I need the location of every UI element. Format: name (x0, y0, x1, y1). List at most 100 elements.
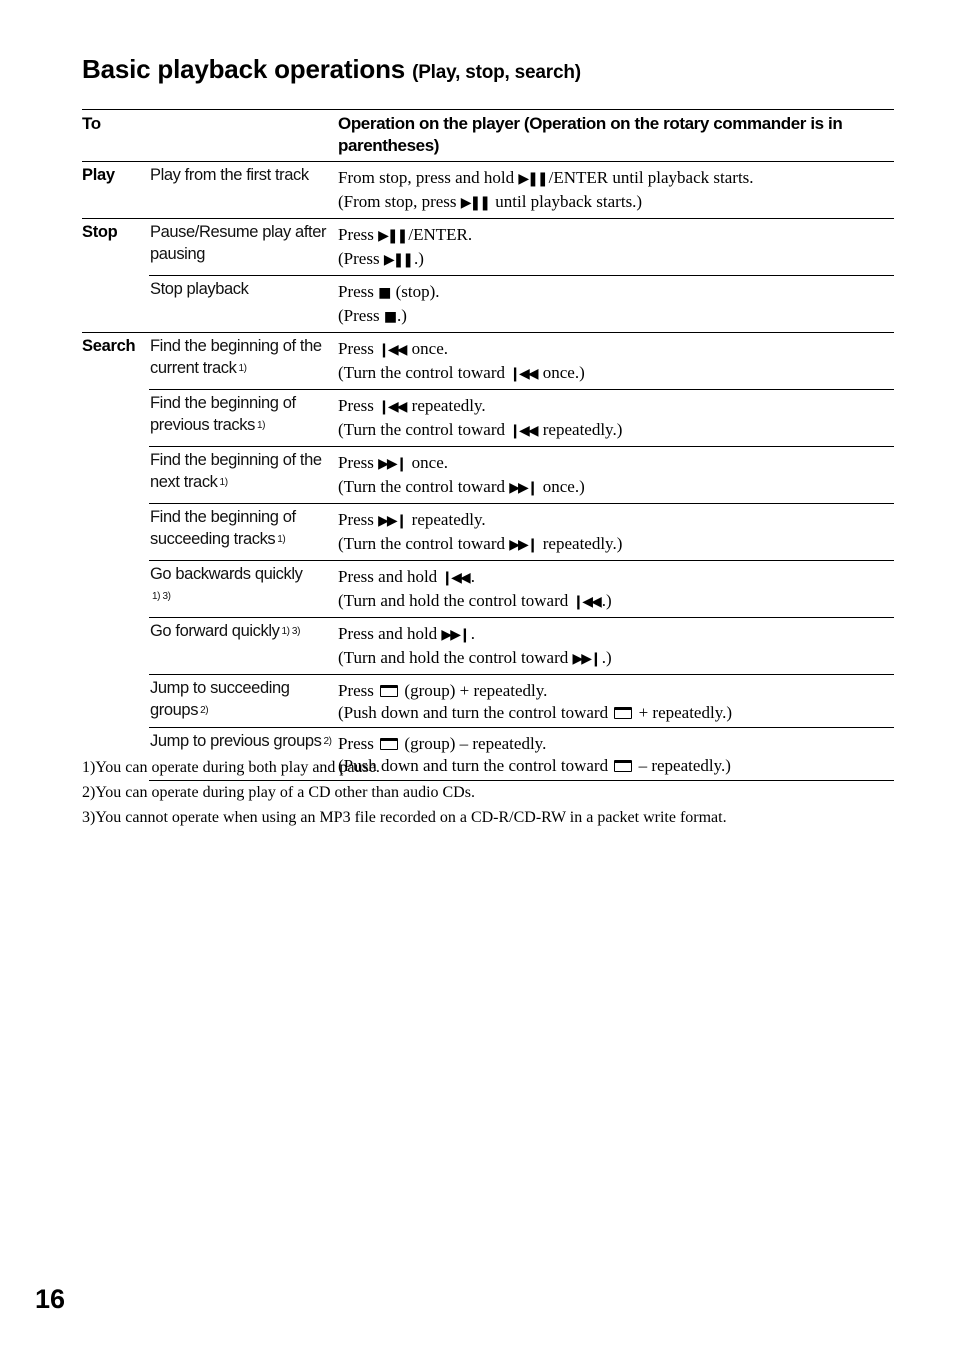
previous-track-icon: ❙◀◀ (378, 342, 407, 358)
page-number: 16 (35, 1284, 66, 1314)
table-row: Play Play from the first track From stop, … (82, 161, 894, 219)
title-sub: (Play, stop, search) (412, 62, 581, 83)
action-text: Find the beginning of succeeding tracks (150, 508, 296, 548)
operation-cell: Press ▶▶❙ once. (Turn the control toward … (336, 446, 894, 504)
play-pause-icon: ▶❚❚ (378, 228, 408, 244)
operation-rotary-commander: (Press ■.) (338, 305, 407, 325)
action-cell: Go forward quickly 1) 3) (149, 617, 336, 675)
operation-rotary-commander: (Press ▶❚❚.) (338, 248, 424, 268)
table-row: Find the beginning of the next track 1) Pr… (82, 446, 894, 504)
folder-icon (380, 685, 399, 697)
folder-icon (614, 706, 633, 719)
table-row: Go forward quickly 1) 3) Press and hold ▶▶… (82, 617, 894, 675)
action-text: Find the beginning of the current track (150, 337, 322, 377)
action-text: Go forward quickly (150, 622, 280, 640)
table-row: Stop Pause/Resume play after pausing Press… (82, 218, 894, 333)
previous-track-icon: ❙◀◀ (509, 422, 538, 439)
operation-cell: From stop, press and hold ▶❚❚/ENTER unti… (336, 161, 894, 219)
operation-rotary-commander: (Turn and hold the control toward ❙◀◀.) (338, 590, 612, 610)
operation-rotary-commander: (From stop, press ▶❚❚ until playback sta… (338, 191, 643, 211)
action-cell: Find the beginning of succeeding tracks 1… (149, 503, 336, 561)
next-track-icon: ▶▶❙ (509, 536, 538, 553)
action-cell: Pause/Resume play after pausing (149, 218, 336, 276)
next-track-icon: ▶▶❙ (441, 627, 470, 643)
footnote-ref: 1) (256, 420, 266, 431)
footnote-ref: 1) (219, 477, 228, 488)
folder-icon (380, 738, 399, 750)
operation-rotary-commander: (Turn the control toward ❙◀◀ once.) (338, 362, 585, 382)
operation-player: Press ❙◀◀ repeatedly. (338, 396, 486, 415)
action-cell: Find the beginning of the next track 1) (149, 446, 336, 504)
table-row: Stop playback Press ■ (stop). (Press ■.) (82, 275, 894, 333)
next-track-icon: ▶▶❙ (378, 513, 407, 529)
footnote-2: 2)You can operate during play of a CD ot… (82, 784, 475, 801)
action-text: Find the beginning of the next track (150, 451, 322, 491)
play-pause-icon: ▶❚❚ (460, 194, 491, 211)
title-main: Basic playback operations (82, 54, 406, 84)
header-operation: Operation on the player (Operation on th… (336, 109, 894, 162)
play-pause-icon: ▶❚❚ (518, 171, 548, 187)
operations-table: To Operation on the player (Operation on… (82, 109, 894, 781)
group-label: Search (82, 332, 149, 781)
next-track-icon: ▶▶❙ (509, 479, 538, 496)
stop-icon: ■ (378, 285, 391, 301)
previous-track-icon: ❙◀◀ (509, 365, 538, 382)
operation-cell: Press ■ (stop). (Press ■.) (336, 275, 894, 333)
operation-player: Press ▶❚❚/ENTER. (338, 225, 473, 244)
action-text: Pause/Resume play after pausing (150, 223, 327, 263)
operation-player: Press ■ (stop). (338, 282, 440, 301)
operation-cell: Press and hold ❙◀◀. (Turn and hold the co… (336, 560, 894, 618)
action-text: Jump to previous groups (150, 732, 322, 750)
operation-cell: Press (group) + repeatedly. (Push down an… (336, 674, 894, 728)
operation-rotary-commander: (Turn the control toward ▶▶❙ once.) (338, 476, 585, 496)
operation-player: Press and hold ❙◀◀. (338, 567, 475, 586)
operation-cell: Press ▶❚❚/ENTER. (Press ▶❚❚.) (336, 218, 894, 276)
action-cell: Jump to succeeding groups 2) (149, 674, 336, 728)
next-track-icon: ▶▶❙ (572, 650, 602, 667)
operation-player: Press (group) + repeatedly. (338, 681, 548, 700)
footnote-ref: 2) (200, 705, 209, 716)
operation-player: Press ❙◀◀ once. (338, 339, 449, 358)
stop-icon: ■ (383, 308, 397, 325)
group-label: Play (82, 161, 149, 219)
header-to: To (82, 109, 336, 162)
footnote-1: 1)You can operate during both play and p… (82, 759, 380, 776)
table-row: Search Find the beginning of the current … (82, 332, 894, 781)
previous-track-icon: ❙◀◀ (572, 593, 602, 610)
table-header-row: To Operation on the player (Operation on… (82, 109, 894, 162)
table-body: Play Play from the first track From stop, … (82, 161, 894, 781)
footnote-ref: 1) 3) (281, 626, 300, 637)
footnote-ref: 1) (238, 363, 247, 374)
table-row: Go backwards quickly 1) 3) Press and hold … (82, 560, 894, 618)
footnote-ref: 1) (277, 534, 286, 545)
action-cell: Stop playback (149, 275, 336, 333)
operation-player: Press ▶▶❙ repeatedly. (338, 510, 486, 529)
page-title: Basic playback operations (Play, stop, s… (82, 54, 581, 85)
action-text: Jump to succeeding groups (150, 679, 290, 719)
operation-cell: Press ❙◀◀ repeatedly. (Turn the control t… (336, 389, 894, 447)
action-cell: Find the beginning of previous tracks 1) (149, 389, 336, 447)
operation-rotary-commander: (Push down and turn the control toward +… (338, 702, 733, 722)
operation-player: From stop, press and hold ▶❚❚/ENTER unti… (338, 168, 754, 187)
operation-player: Press (group) – repeatedly. (338, 734, 547, 753)
previous-track-icon: ❙◀◀ (441, 570, 470, 586)
footnote-ref: 2) (323, 736, 332, 747)
footnote-ref: 1) 3) (152, 591, 171, 602)
action-cell: Find the beginning of the current track 1… (149, 332, 336, 390)
operation-player: Press ▶▶❙ once. (338, 453, 449, 472)
action-text: Play from the first track (150, 166, 309, 184)
footnotes: 1)You can operate during both play and p… (82, 755, 727, 830)
table-row: Find the beginning of previous tracks 1) P… (82, 389, 894, 447)
action-text: Stop playback (150, 280, 249, 298)
action-text: Find the beginning of previous tracks (150, 394, 296, 434)
previous-track-icon: ❙◀◀ (378, 399, 407, 415)
footnote-3: 3)You cannot operate when using an MP3 f… (82, 809, 727, 826)
operation-rotary-commander: (Turn and hold the control toward ▶▶❙.) (338, 647, 612, 667)
play-pause-icon: ▶❚❚ (383, 251, 414, 268)
action-cell: Play from the first track (149, 161, 336, 219)
action-text: Go backwards quickly (150, 565, 303, 583)
table-row: Find the beginning of succeeding tracks 1… (82, 503, 894, 561)
operation-rotary-commander: (Turn the control toward ▶▶❙ repeatedly.… (338, 533, 623, 553)
operation-player: Press and hold ▶▶❙. (338, 624, 475, 643)
operation-cell: Press and hold ▶▶❙. (Turn and hold the co… (336, 617, 894, 675)
